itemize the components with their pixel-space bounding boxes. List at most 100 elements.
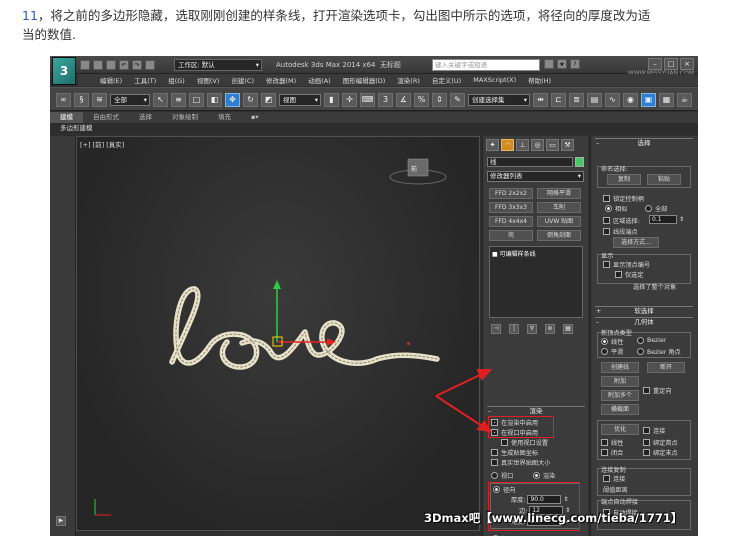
viewcube-icon[interactable]: 前 <box>389 158 447 185</box>
snap-toggle-icon[interactable]: 3 <box>378 93 393 107</box>
linear-radio[interactable]: 线性 <box>601 337 623 346</box>
attach-button[interactable]: 附加 <box>601 376 639 387</box>
mirror-icon[interactable]: ⇹ <box>533 93 548 107</box>
close-button[interactable]: × <box>680 58 694 70</box>
hierarchy-tab-icon[interactable]: ⊥ <box>516 139 529 151</box>
binoculars-icon[interactable] <box>544 59 554 69</box>
graphite-toggle-icon[interactable]: ▤ <box>587 93 602 107</box>
modifier-list-dropdown[interactable]: 修改器列表 <box>487 171 584 182</box>
menu-help[interactable]: 帮助(H) <box>528 75 551 85</box>
polygon-modeling-label[interactable]: 多边形建模 <box>60 123 93 134</box>
real-world-map-size-checkbox[interactable]: 真实世界贴图大小 <box>491 458 551 467</box>
selection-filter-dropdown[interactable]: 全部 <box>110 94 150 106</box>
refine-button[interactable]: 优化 <box>601 424 639 435</box>
hold-icon[interactable] <box>145 60 155 70</box>
selection-rollout-header[interactable]: – 选择 <box>595 138 693 147</box>
utilities-tab-icon[interactable]: ⚒ <box>561 139 574 151</box>
menu-views[interactable]: 视图(V) <box>197 75 220 85</box>
undo-icon[interactable]: ↶ <box>119 60 129 70</box>
reference-coord-dropdown[interactable]: 视图 <box>279 94 321 106</box>
modifier-button[interactable]: FFD 4x4x4 <box>489 216 533 227</box>
remove-modifier-icon[interactable]: ⊚ <box>545 324 555 334</box>
object-name-field[interactable]: 线 <box>487 157 573 167</box>
paste-button[interactable]: 粘贴 <box>647 174 681 185</box>
connect-checkbox[interactable]: 连接 <box>643 426 665 435</box>
percent-snap-icon[interactable]: % <box>414 93 429 107</box>
soft-selection-rollout[interactable]: + 软选择 <box>595 306 693 315</box>
help-icon[interactable]: ? <box>570 59 580 69</box>
bind-first-checkbox[interactable]: 绑定首点 <box>643 438 678 447</box>
rect-selection-icon[interactable]: □ <box>189 93 204 107</box>
break-button[interactable]: 断开 <box>647 362 685 373</box>
edit-named-selection-icon[interactable]: ✎ <box>450 93 465 107</box>
rendering-rollout-header[interactable]: – 渲染 <box>487 406 585 415</box>
bezier-corner-radio[interactable]: Bezier 角点 <box>637 347 681 356</box>
area-selection-checkbox[interactable]: 区域选择: <box>603 216 640 225</box>
show-vertex-numbers-checkbox[interactable]: 显示顶点编号 <box>603 260 650 269</box>
all-radio[interactable]: 全部 <box>645 204 667 213</box>
segment-end-checkbox[interactable]: 线段端点 <box>603 227 638 236</box>
only-selected-checkbox[interactable]: 仅选定 <box>615 270 644 279</box>
configure-sets-icon[interactable]: ▦ <box>563 324 573 334</box>
play-icon[interactable]: ▶ <box>56 516 66 526</box>
ribbon-options-icon[interactable]: ▪▾ <box>241 112 269 123</box>
render-production-icon[interactable]: ☕ <box>677 93 692 107</box>
tab-populate[interactable]: 填充 <box>208 112 241 123</box>
love-spline[interactable] <box>169 286 440 370</box>
workspace-dropdown[interactable]: 工作区: 默认 <box>174 59 262 71</box>
reorient-checkbox[interactable]: 重定向 <box>643 386 672 395</box>
select-object-icon[interactable]: ↖ <box>153 93 168 107</box>
tab-modeling[interactable]: 建模 <box>50 112 83 123</box>
unlink-icon[interactable]: § <box>74 93 89 107</box>
make-unique-icon[interactable]: ∀ <box>527 324 537 334</box>
new-file-icon[interactable] <box>80 60 90 70</box>
window-crossing-icon[interactable]: ◧ <box>207 93 222 107</box>
object-color-swatch[interactable] <box>575 157 584 167</box>
modifier-button[interactable]: 壳 <box>489 230 533 241</box>
stack-item-editable-spline[interactable]: ■ 可编辑样条线 <box>492 249 536 258</box>
angle-snap-icon[interactable]: ∡ <box>396 93 411 107</box>
menu-maxscript[interactable]: MAXScript(X) <box>473 76 516 84</box>
select-manipulate-icon[interactable]: ✛ <box>342 93 357 107</box>
menu-edit[interactable]: 编辑(E) <box>100 75 122 85</box>
star-icon[interactable]: ★ <box>557 59 567 69</box>
menu-customize[interactable]: 自定义(U) <box>432 75 461 85</box>
create-tab-icon[interactable]: ✦ <box>486 139 499 151</box>
spinner-snap-icon[interactable]: ⇕ <box>432 93 447 107</box>
tab-object-paint[interactable]: 对象绘制 <box>162 112 208 123</box>
rendered-frame-icon[interactable]: ▦ <box>659 93 674 107</box>
open-file-icon[interactable] <box>93 60 103 70</box>
layer-manager-icon[interactable]: ≣ <box>569 93 584 107</box>
viewport-radio[interactable]: 视口 <box>491 471 513 480</box>
motion-tab-icon[interactable]: ◎ <box>531 139 544 151</box>
curve-editor-icon[interactable]: ∿ <box>605 93 620 107</box>
modifier-button[interactable]: 网格平滑 <box>537 188 581 199</box>
menu-graph-editors[interactable]: 图形编辑器(D) <box>343 75 386 85</box>
select-move-icon[interactable]: ✥ <box>225 93 240 107</box>
align-icon[interactable]: ⊏ <box>551 93 566 107</box>
named-selection-dropdown[interactable]: 创建选择集 <box>468 94 530 106</box>
lock-handles-checkbox[interactable]: 锁定控制柄 <box>603 194 644 203</box>
menu-create[interactable]: 创建(C) <box>231 75 254 85</box>
maximize-button[interactable]: □ <box>664 58 678 70</box>
modifier-button[interactable]: FFD 2x2x2 <box>489 188 533 199</box>
renderer-radio[interactable]: 渲染 <box>533 471 555 480</box>
tab-freeform[interactable]: 自由形式 <box>83 112 129 123</box>
show-end-result-icon[interactable]: │ <box>509 324 519 334</box>
save-icon[interactable] <box>106 60 116 70</box>
redo-icon[interactable]: ↷ <box>132 60 142 70</box>
render-setup-icon[interactable]: ▣ <box>641 93 656 107</box>
select-scale-icon[interactable]: ◩ <box>261 93 276 107</box>
menu-rendering[interactable]: 渲染(R) <box>397 75 420 85</box>
geometry-rollout-header[interactable]: – 几何体 <box>595 317 693 326</box>
material-editor-icon[interactable]: ◉ <box>623 93 638 107</box>
modifier-button[interactable]: 倒角剖面 <box>537 230 581 241</box>
bind-space-warp-icon[interactable]: ≋ <box>92 93 107 107</box>
bind-last-checkbox[interactable]: 绑定末点 <box>643 448 678 457</box>
tab-selection[interactable]: 选择 <box>129 112 162 123</box>
linear-checkbox[interactable]: 线性 <box>601 438 623 447</box>
minimize-button[interactable]: – <box>648 58 662 70</box>
connect-copy-checkbox[interactable]: 连接 <box>603 474 625 483</box>
spinner-arrows-icon[interactable]: ⇕ <box>679 216 684 223</box>
select-rotate-icon[interactable]: ↻ <box>243 93 258 107</box>
